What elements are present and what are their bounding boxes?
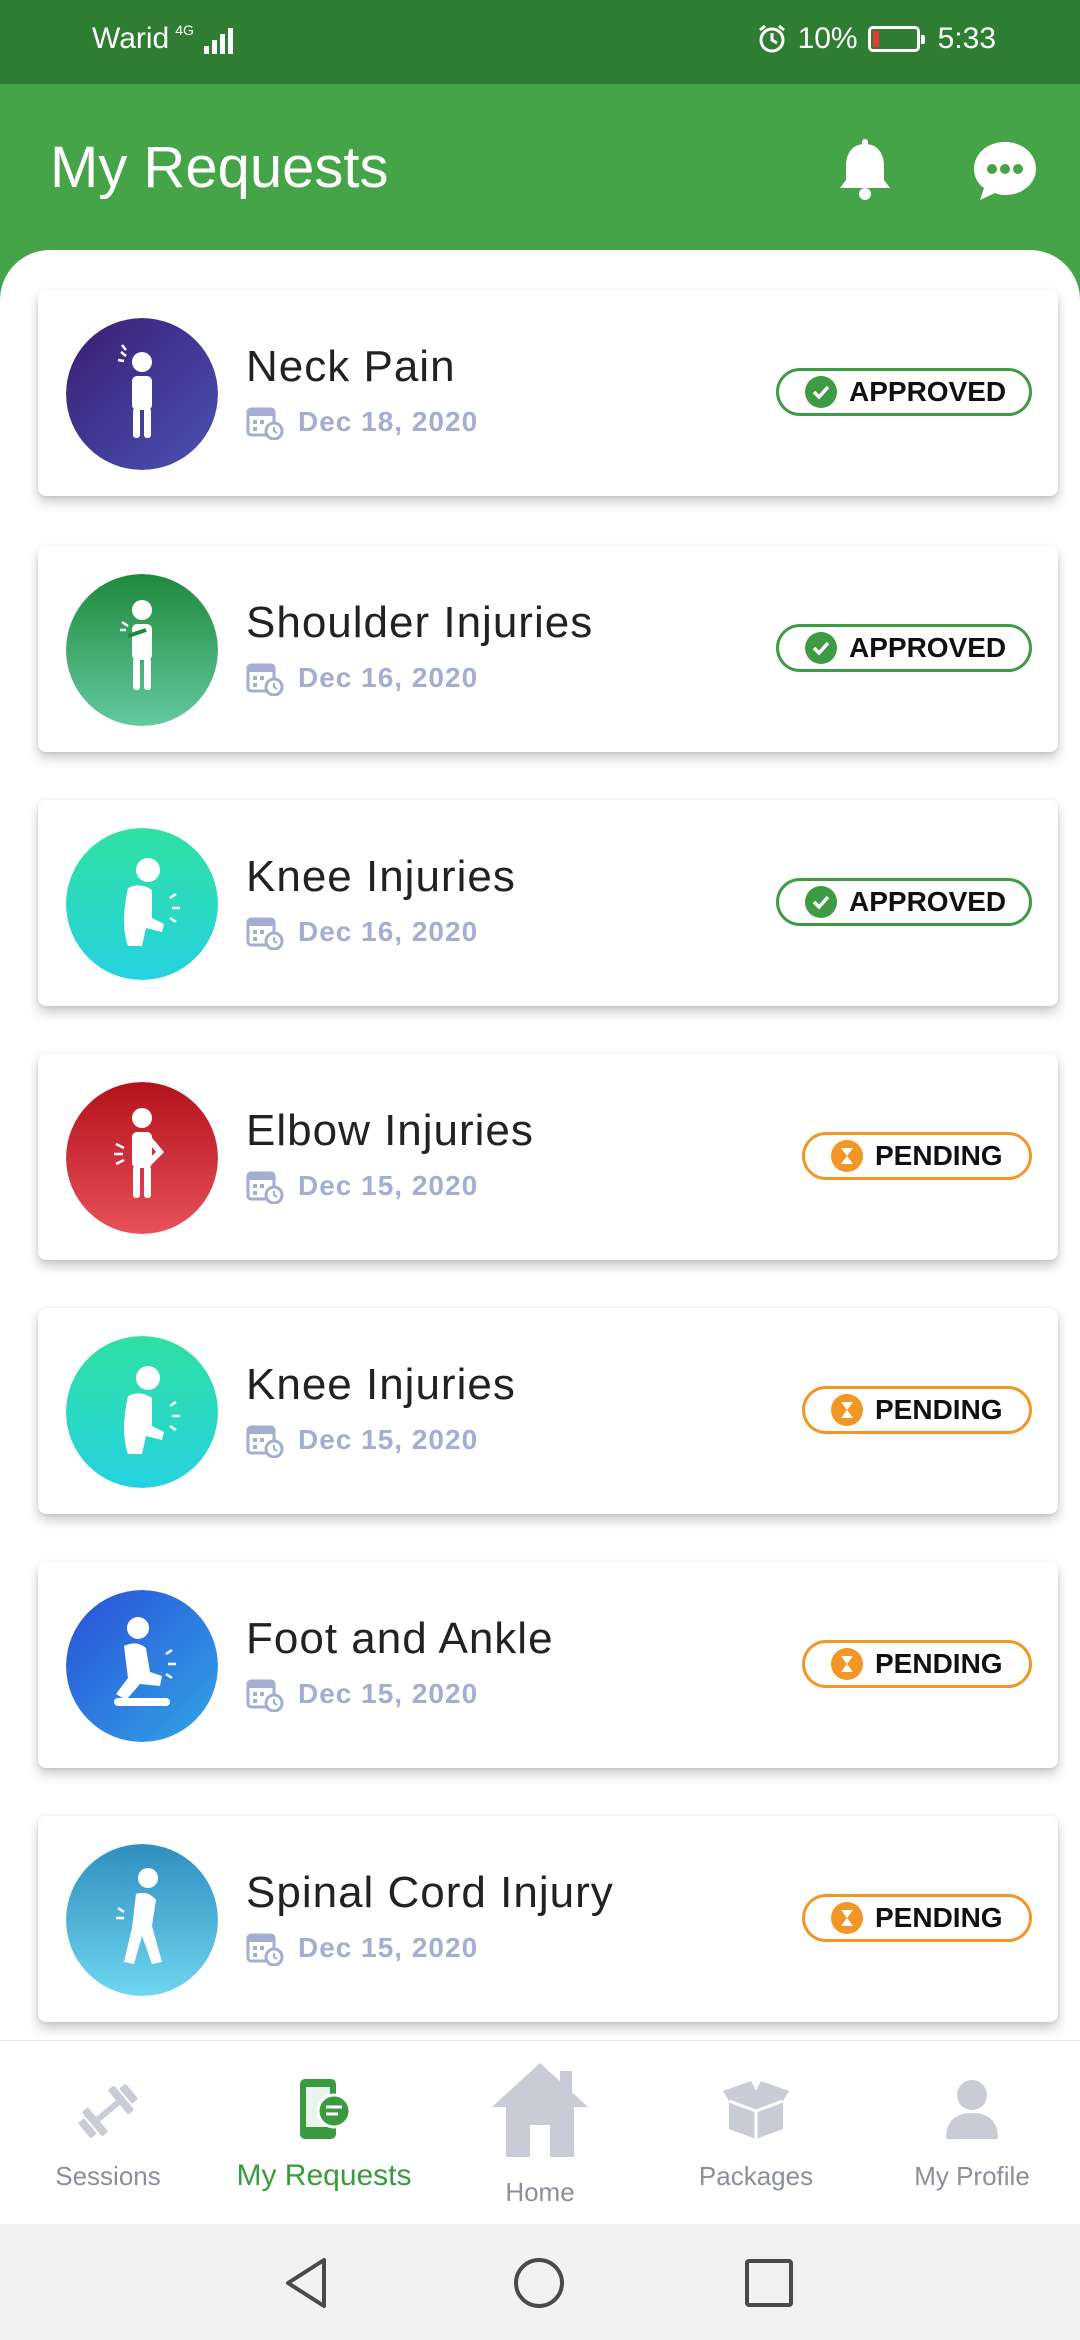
- request-date-row: Dec 15, 2020: [246, 1168, 478, 1204]
- calendar-icon: [246, 407, 284, 440]
- signal-icon: [203, 24, 233, 54]
- request-date-row: Dec 18, 2020: [246, 404, 478, 440]
- battery-percent: 10%: [797, 22, 858, 55]
- spinal-cord-icon: [66, 1844, 218, 1996]
- battery-icon: [867, 26, 925, 52]
- nav-sessions[interactable]: Sessions: [0, 2041, 216, 2225]
- dumbbell-icon: [78, 2084, 138, 2138]
- request-card[interactable]: Neck Pain Dec 18, 2020 APPROVED: [38, 290, 1058, 496]
- request-date-row: Dec 16, 2020: [246, 660, 478, 696]
- knee-injury-icon: [66, 828, 218, 980]
- status-label: APPROVED: [849, 376, 1007, 407]
- status-right: 10% 5:33: [756, 22, 996, 56]
- shoulder-injury-icon: [66, 574, 218, 726]
- request-date: Dec 16, 2020: [298, 916, 479, 947]
- request-card[interactable]: Foot and Ankle Dec 15, 2020 PENDING: [38, 1562, 1058, 1768]
- hourglass-icon: [831, 1394, 863, 1426]
- status-label: PENDING: [875, 1394, 1003, 1425]
- bell-icon[interactable]: [830, 136, 900, 206]
- status-label: PENDING: [875, 1902, 1003, 1933]
- status-badge: PENDING: [802, 1132, 1032, 1180]
- request-card[interactable]: Knee Injuries Dec 16, 2020 APPROVED: [38, 800, 1058, 1006]
- requests-icon: [300, 2079, 352, 2139]
- knee-injury-icon: [66, 1336, 218, 1488]
- request-title: Elbow Injuries: [246, 1106, 534, 1155]
- request-date: Dec 15, 2020: [298, 1678, 479, 1709]
- elbow-injury-icon: [66, 1082, 218, 1234]
- carrier-name: Warid: [92, 22, 170, 55]
- nav-my-profile[interactable]: My Profile: [864, 2041, 1080, 2225]
- chat-icon[interactable]: [970, 136, 1040, 206]
- nav-label: My Requests: [236, 2159, 412, 2192]
- requests-panel: Neck Pain Dec 18, 2020 APPROVED Shoulder…: [0, 250, 1080, 2040]
- foot-ankle-icon: [66, 1590, 218, 1742]
- request-date: Dec 15, 2020: [298, 1932, 479, 1963]
- request-date: Dec 16, 2020: [298, 662, 479, 693]
- request-date-row: Dec 15, 2020: [246, 1676, 478, 1712]
- page-title: My Requests: [50, 135, 389, 200]
- request-date: Dec 15, 2020: [298, 1424, 479, 1455]
- status-badge: PENDING: [802, 1386, 1032, 1434]
- request-card[interactable]: Spinal Cord Injury Dec 15, 2020 PENDING: [38, 1816, 1058, 2022]
- home-circle-icon[interactable]: [512, 2256, 566, 2310]
- hourglass-icon: [831, 1902, 863, 1934]
- status-badge: PENDING: [802, 1894, 1032, 1942]
- nav-label: Packages: [698, 2161, 814, 2191]
- bottom-nav: Sessions My Requests Home Packages My Pr…: [0, 2040, 1080, 2225]
- clock: 5:33: [937, 22, 996, 55]
- nav-my-requests[interactable]: My Requests: [216, 2041, 432, 2225]
- home-icon: [492, 2063, 588, 2157]
- nav-label: Sessions: [55, 2161, 161, 2191]
- nav-packages[interactable]: Packages: [648, 2041, 864, 2225]
- neck-pain-icon: [66, 318, 218, 470]
- nav-label: Home: [505, 2177, 575, 2207]
- request-date: Dec 15, 2020: [298, 1170, 479, 1201]
- check-circle-icon: [805, 886, 837, 918]
- status-label: PENDING: [875, 1648, 1003, 1679]
- calendar-icon: [246, 1933, 284, 1966]
- alarm-icon: [758, 24, 785, 53]
- request-title: Shoulder Injuries: [246, 598, 594, 647]
- calendar-icon: [246, 917, 284, 950]
- hourglass-icon: [831, 1140, 863, 1172]
- status-badge: APPROVED: [776, 878, 1032, 926]
- back-icon[interactable]: [282, 2256, 332, 2310]
- request-title: Neck Pain: [246, 342, 456, 391]
- calendar-icon: [246, 1171, 284, 1204]
- system-nav-bar: [0, 2224, 1080, 2340]
- request-card[interactable]: Elbow Injuries Dec 15, 2020 PENDING: [38, 1054, 1058, 1260]
- request-date-row: Dec 15, 2020: [246, 1930, 478, 1966]
- check-circle-icon: [805, 632, 837, 664]
- recents-icon[interactable]: [744, 2258, 794, 2308]
- check-circle-icon: [805, 376, 837, 408]
- status-bar: Warid 4G 10% 5:33: [0, 0, 1080, 84]
- request-date: Dec 18, 2020: [298, 406, 479, 437]
- package-icon: [723, 2081, 789, 2139]
- request-date-row: Dec 15, 2020: [246, 1422, 478, 1458]
- request-title: Knee Injuries: [246, 1360, 516, 1409]
- network-type: 4G: [175, 22, 194, 38]
- calendar-icon: [246, 663, 284, 696]
- status-label: APPROVED: [849, 886, 1007, 917]
- status-badge: PENDING: [802, 1640, 1032, 1688]
- request-card[interactable]: Knee Injuries Dec 15, 2020 PENDING: [38, 1308, 1058, 1514]
- status-badge: APPROVED: [776, 368, 1032, 416]
- profile-icon: [946, 2080, 998, 2139]
- status-label: APPROVED: [849, 632, 1007, 663]
- request-card[interactable]: Shoulder Injuries Dec 16, 2020 APPROVED: [38, 546, 1058, 752]
- nav-home[interactable]: Home: [432, 2041, 648, 2225]
- request-title: Spinal Cord Injury: [246, 1868, 614, 1917]
- carrier-group: Warid 4G: [92, 22, 233, 56]
- request-title: Knee Injuries: [246, 852, 516, 901]
- hourglass-icon: [831, 1648, 863, 1680]
- calendar-icon: [246, 1679, 284, 1712]
- status-label: PENDING: [875, 1140, 1003, 1171]
- nav-label: My Profile: [914, 2161, 1030, 2191]
- request-date-row: Dec 16, 2020: [246, 914, 478, 950]
- calendar-icon: [246, 1425, 284, 1458]
- request-title: Foot and Ankle: [246, 1614, 554, 1663]
- status-badge: APPROVED: [776, 624, 1032, 672]
